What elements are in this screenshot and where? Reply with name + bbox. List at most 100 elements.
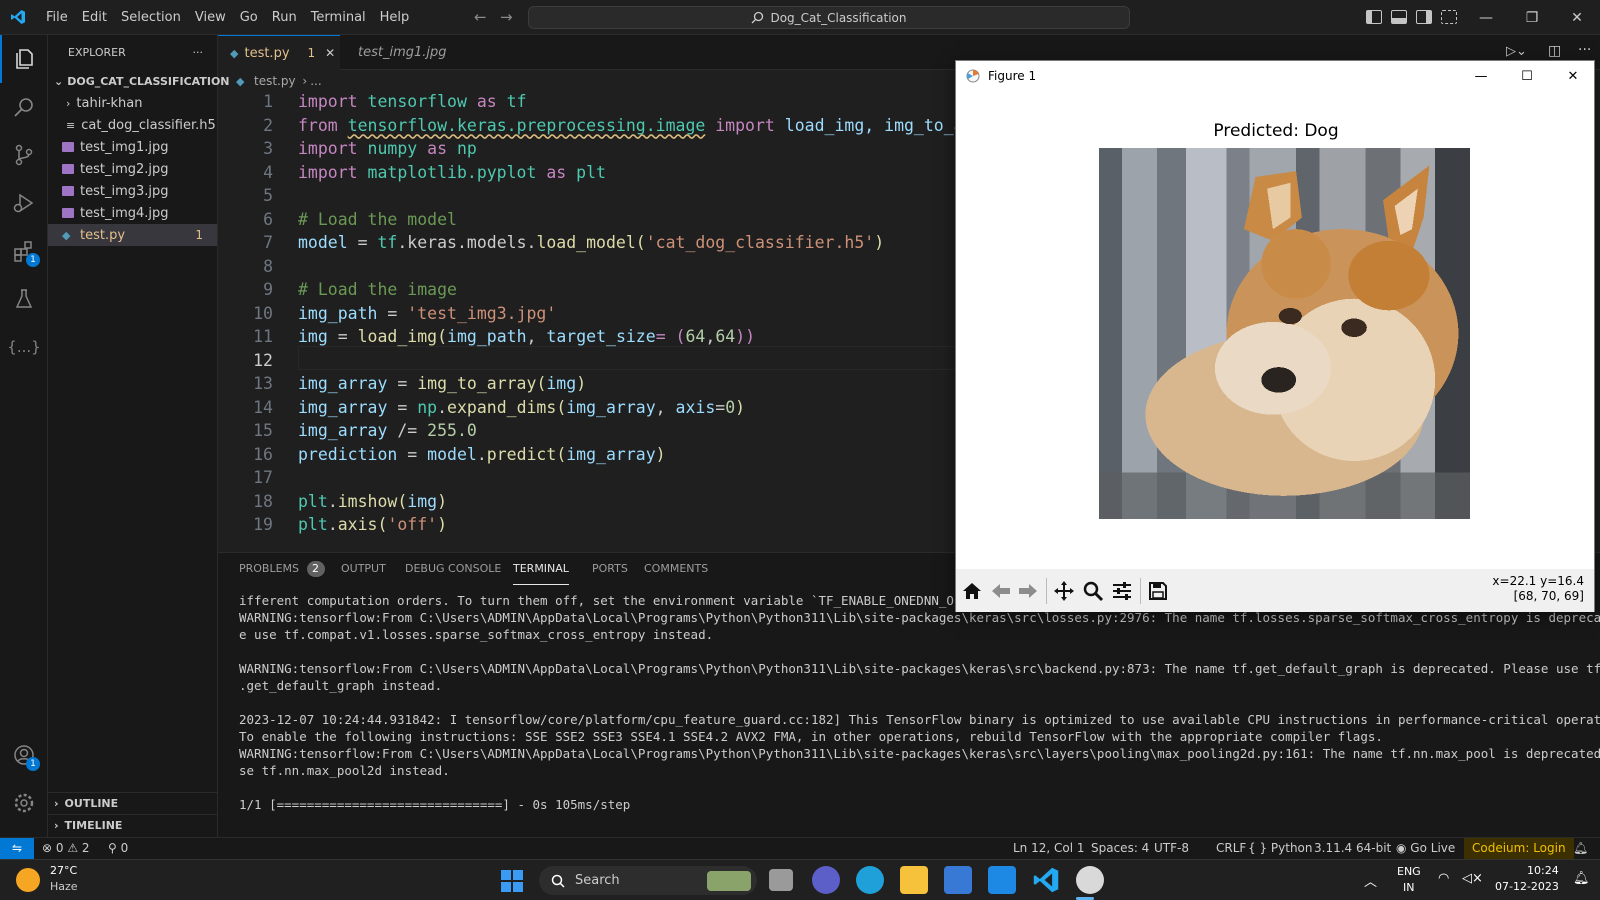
task-view-icon[interactable]: [769, 869, 793, 891]
problems-status[interactable]: ⊗ 0 ⚠ 2: [42, 838, 90, 859]
command-center-search[interactable]: Dog_Cat_Classification: [528, 6, 1130, 29]
menu-edit[interactable]: Edit: [75, 0, 114, 35]
codeium-login[interactable]: Codeium: Login: [1464, 838, 1574, 859]
code-editor[interactable]: 1 2 3 4 5 6 7 8 9 10 11 12 13 14 15 16 1…: [218, 92, 958, 552]
menu-view[interactable]: View: [188, 0, 233, 35]
volume-muted-icon[interactable]: ◁×: [1462, 871, 1483, 886]
breadcrumb-rest[interactable]: ...: [310, 74, 321, 88]
mail-icon[interactable]: [988, 866, 1016, 894]
indentation[interactable]: Spaces: 4: [1091, 838, 1149, 859]
tree-item-test-img2[interactable]: test_img2.jpg: [48, 158, 217, 180]
back-arrow-icon[interactable]: ←: [474, 8, 487, 26]
tree-item-test-img4[interactable]: test_img4.jpg: [48, 202, 217, 224]
tree-item-cat-dog-classifier[interactable]: ≡ cat_dog_classifier.h5: [48, 114, 217, 136]
search-icon[interactable]: [0, 83, 48, 131]
zoom-magnifier-icon[interactable]: [1081, 579, 1105, 603]
image-file-icon: [62, 142, 74, 152]
save-figure-icon[interactable]: [1146, 579, 1170, 603]
figure-minimize-icon[interactable]: —: [1458, 61, 1504, 91]
workspace-root[interactable]: ⌄ DOG_CAT_CLASSIFICATION: [48, 70, 230, 92]
cursor-position[interactable]: Ln 12, Col 1: [1013, 838, 1085, 859]
configure-subplots-icon[interactable]: [1110, 579, 1134, 603]
teams-chat-icon[interactable]: [812, 866, 840, 894]
weather-temp[interactable]: 27°C: [50, 864, 77, 877]
remote-indicator-icon[interactable]: ⇋: [0, 838, 34, 860]
tab-terminal[interactable]: TERMINAL: [513, 553, 569, 585]
clock-time[interactable]: 10:24: [1527, 864, 1559, 877]
close-icon[interactable]: ✕: [1554, 0, 1600, 35]
tree-item-test-img3[interactable]: test_img3.jpg: [48, 180, 217, 202]
chevron-up-icon[interactable]: ︿: [1364, 871, 1377, 890]
breadcrumb-file[interactable]: test.py: [254, 74, 296, 88]
forward-arrow-icon[interactable]: [1016, 579, 1040, 603]
tree-item-tahir-khan[interactable]: › tahir-khan: [48, 92, 217, 114]
tree-item-test-img1[interactable]: test_img1.jpg: [48, 136, 217, 158]
file-lines-icon: ≡: [66, 118, 76, 132]
wifi-icon[interactable]: ◠: [1438, 871, 1449, 886]
more-actions-icon[interactable]: ···: [1578, 42, 1591, 58]
pan-move-icon[interactable]: [1052, 579, 1076, 603]
customize-layout-icon[interactable]: [1441, 10, 1457, 24]
notifications-bell-icon[interactable]: 🔔︎: [1573, 838, 1588, 859]
home-icon[interactable]: [960, 579, 984, 603]
run-python-icon[interactable]: ▷⌄: [1506, 44, 1527, 59]
vscode-logo-icon[interactable]: [0, 0, 35, 35]
menu-go[interactable]: Go: [233, 0, 265, 35]
split-editor-icon[interactable]: ◫: [1548, 43, 1561, 59]
testing-icon[interactable]: [0, 275, 48, 323]
tab-test-img1[interactable]: test_img1.jpg: [340, 35, 458, 70]
tab-test-py[interactable]: ◆ test.py 1 ✕: [218, 35, 340, 70]
python-interpreter[interactable]: 3.11.4 64-bit: [1314, 838, 1391, 859]
end-of-line[interactable]: CRLF: [1216, 838, 1246, 859]
extensions-icon[interactable]: 1: [0, 227, 48, 275]
terminal-line: WARNING:tensorflow:From C:\Users\ADMIN\A…: [239, 661, 1600, 676]
timeline-section[interactable]: › TIMELINE: [48, 814, 218, 836]
matplotlib-logo-icon: [966, 69, 980, 83]
menu-help[interactable]: Help: [373, 0, 417, 35]
explorer-icon[interactable]: [0, 35, 48, 83]
notifications-bell-icon[interactable]: 🔔︎: [1573, 871, 1590, 886]
json-braces-icon[interactable]: {...}: [0, 323, 48, 371]
vscode-taskbar-icon[interactable]: [1032, 866, 1060, 894]
run-debug-icon[interactable]: [0, 179, 48, 227]
tab-comments[interactable]: COMMENTS: [644, 553, 708, 585]
windows-start-icon[interactable]: [501, 870, 523, 892]
tree-item-test-py[interactable]: ◆ test.py 1: [48, 224, 217, 246]
microsoft-store-icon[interactable]: [944, 866, 972, 894]
encoding[interactable]: UTF-8: [1154, 838, 1189, 859]
tab-debug-console[interactable]: DEBUG CONSOLE: [405, 553, 501, 585]
taskbar-search[interactable]: Search: [539, 866, 757, 895]
menu-terminal[interactable]: Terminal: [304, 0, 373, 35]
tab-output[interactable]: OUTPUT: [341, 553, 386, 585]
more-actions-icon[interactable]: ···: [193, 46, 204, 59]
code-line-4: import matplotlib.pyplot as plt: [298, 162, 606, 182]
outline-section[interactable]: › OUTLINE: [48, 792, 218, 814]
tab-problems[interactable]: PROBLEMS 2: [239, 553, 325, 585]
file-explorer-icon[interactable]: [900, 866, 928, 894]
menu-file[interactable]: File: [39, 0, 75, 35]
language-mode[interactable]: { } Python: [1248, 838, 1313, 859]
back-arrow-icon[interactable]: [989, 579, 1013, 603]
go-live[interactable]: ◉ Go Live: [1396, 838, 1455, 859]
source-control-icon[interactable]: [0, 131, 48, 179]
toggle-secondary-sidebar-icon[interactable]: [1416, 10, 1432, 24]
menu-run[interactable]: Run: [265, 0, 304, 35]
accounts-icon[interactable]: 1: [0, 731, 48, 779]
minimize-icon[interactable]: —: [1463, 0, 1509, 35]
ports-status[interactable]: ⚲ 0: [108, 838, 128, 859]
figure-close-icon[interactable]: ✕: [1550, 61, 1596, 91]
python-figure-taskbar-icon[interactable]: [1076, 866, 1104, 894]
menu-selection[interactable]: Selection: [114, 0, 188, 35]
predicted-dog-image[interactable]: [1099, 148, 1470, 519]
toggle-panel-icon[interactable]: [1391, 10, 1407, 24]
figure-maximize-icon[interactable]: ☐: [1504, 61, 1550, 91]
edge-browser-icon[interactable]: [856, 866, 884, 894]
toggle-primary-sidebar-icon[interactable]: [1366, 10, 1382, 24]
tab-close-icon[interactable]: ✕: [325, 46, 335, 60]
tab-ports[interactable]: PORTS: [592, 553, 628, 585]
restore-icon[interactable]: ❐: [1509, 0, 1555, 35]
input-language[interactable]: ENG: [1397, 865, 1421, 878]
forward-arrow-icon[interactable]: →: [500, 8, 513, 26]
settings-gear-icon[interactable]: [0, 779, 48, 827]
line-number: 8: [263, 256, 273, 276]
